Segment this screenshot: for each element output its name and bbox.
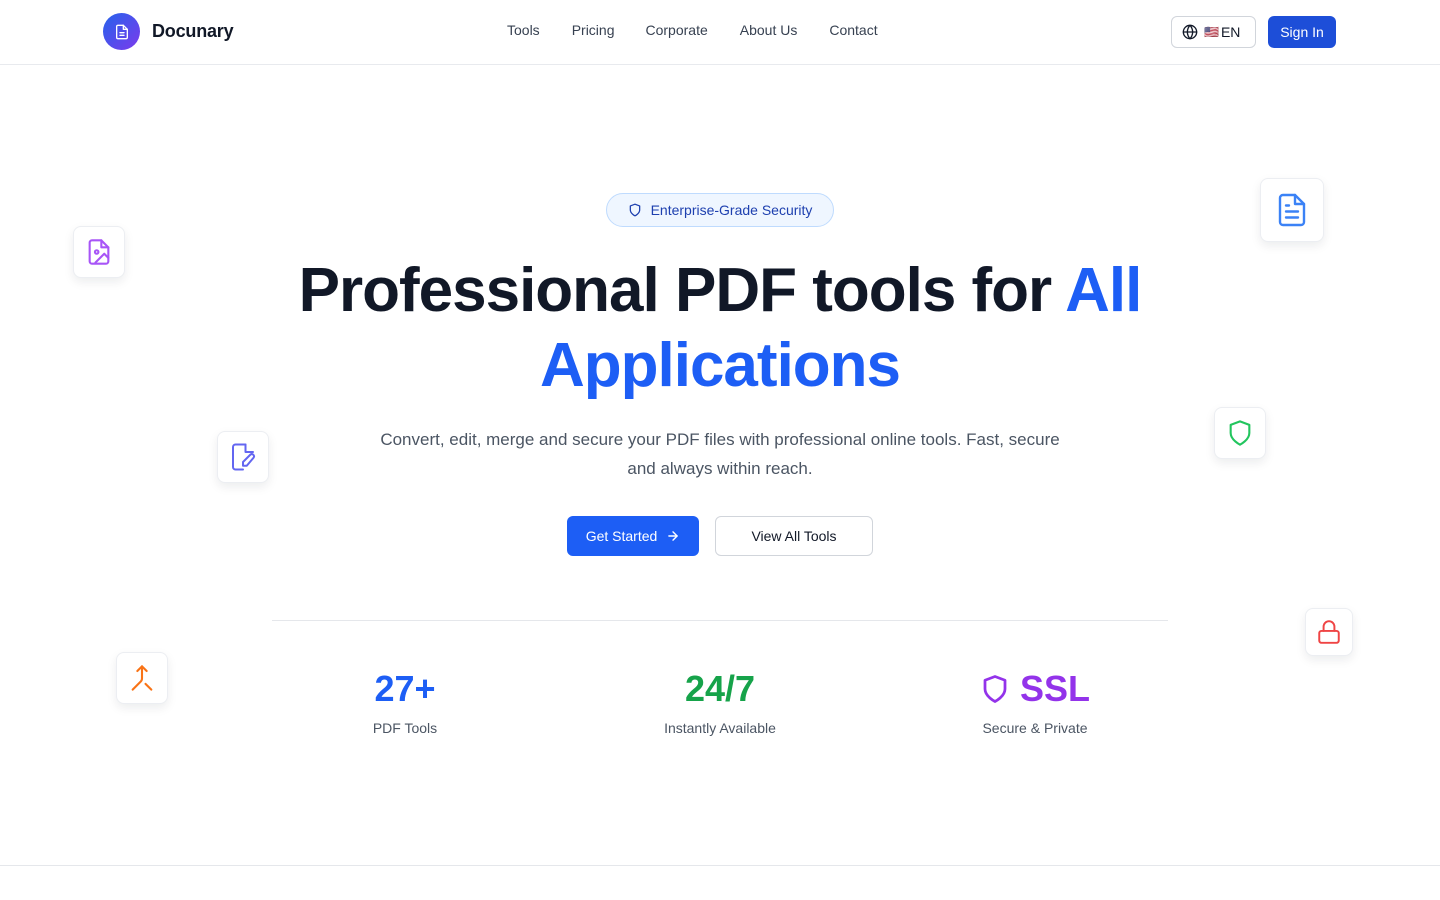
merge-icon — [131, 665, 153, 691]
shield-icon — [983, 675, 1007, 703]
stat-availability: 24/7 Instantly Available — [600, 668, 840, 736]
lock-icon — [1318, 620, 1340, 644]
headline-text: Professional PDF tools for — [298, 256, 1053, 325]
view-all-tools-button[interactable]: View All Tools — [715, 516, 873, 556]
nav-pricing[interactable]: Pricing — [572, 22, 615, 38]
stat-value-row: SSL — [915, 668, 1155, 710]
security-badge: Enterprise-Grade Security — [606, 193, 834, 227]
brand-logo[interactable]: Docunary — [103, 13, 234, 50]
stat-value: 24/7 — [684, 668, 756, 709]
arrow-right-icon — [668, 531, 679, 541]
section-divider — [0, 865, 1440, 866]
get-started-label: Get Started — [585, 528, 658, 544]
stat-value: 27+ — [374, 668, 436, 709]
floating-tile-document — [1260, 178, 1324, 242]
shield-icon — [629, 203, 640, 217]
stat-pdf-tools: 27+ PDF Tools — [285, 668, 525, 736]
main-nav: Tools Pricing Corporate About Us Contact — [507, 22, 878, 38]
stats-divider — [272, 620, 1168, 621]
language-selector[interactable]: 🇺🇸 EN — [1171, 16, 1256, 48]
headline-accent-all: All — [1065, 256, 1142, 325]
document-icon — [1278, 193, 1306, 227]
site-header: Docunary Tools Pricing Corporate About U… — [0, 0, 1440, 65]
floating-tile-shield — [1214, 407, 1266, 459]
get-started-button[interactable]: Get Started — [567, 516, 699, 556]
language-label: EN — [1220, 24, 1241, 40]
nav-tools[interactable]: Tools — [507, 22, 540, 38]
floating-tile-edit-file — [217, 431, 269, 483]
headline-accent-applications: Applications — [539, 331, 901, 400]
stat-value: SSL — [1019, 668, 1090, 709]
shield-icon — [1229, 420, 1251, 446]
logo-mark-icon — [103, 13, 140, 50]
edit-file-icon — [232, 443, 255, 471]
badge-label: Enterprise-Grade Security — [650, 202, 813, 218]
stat-label: Instantly Available — [664, 720, 776, 736]
sign-in-button[interactable]: Sign In — [1268, 16, 1336, 48]
brand-name: Docunary — [152, 21, 234, 41]
hero-headline: Professional PDF tools for All Applicati… — [0, 253, 1440, 403]
hero-subtitle: Convert, edit, merge and secure your PDF… — [380, 430, 1060, 478]
globe-icon — [1182, 24, 1198, 40]
floating-tile-lock — [1305, 608, 1353, 656]
language-flag: 🇺🇸 — [1204, 25, 1219, 39]
nav-contact[interactable]: Contact — [829, 22, 877, 38]
stat-label: Secure & Private — [982, 720, 1088, 736]
nav-corporate[interactable]: Corporate — [645, 22, 707, 38]
nav-about-us[interactable]: About Us — [740, 22, 798, 38]
floating-tile-merge — [116, 652, 168, 704]
stat-security: SSL Secure & Private — [915, 668, 1155, 736]
stat-label: PDF Tools — [372, 720, 438, 736]
